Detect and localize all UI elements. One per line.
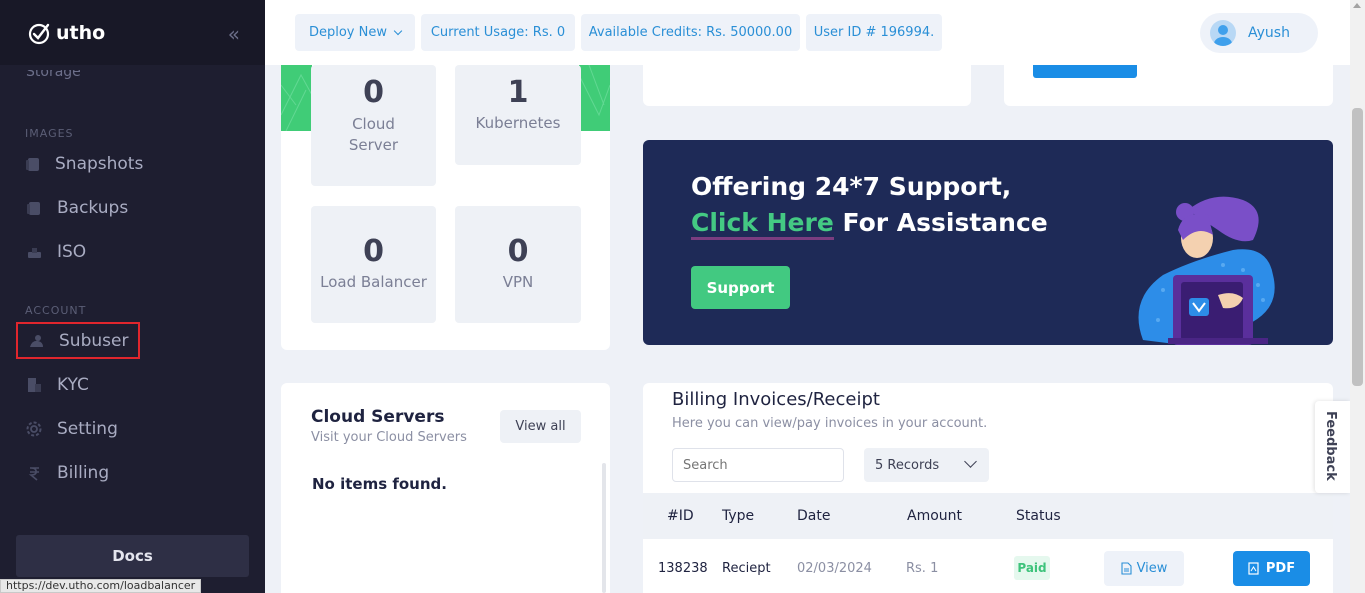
- pdf-icon: [1248, 562, 1259, 575]
- records-per-page-select[interactable]: 5 Records: [864, 448, 989, 482]
- resource-count: 0: [507, 234, 529, 269]
- collapse-sidebar-icon[interactable]: «: [228, 22, 240, 46]
- scrollbar-thumb[interactable]: [1352, 108, 1363, 386]
- billing-invoices-panel: Billing Invoices/Receipt Here you can vi…: [643, 383, 1333, 593]
- avatar: [1210, 20, 1236, 46]
- column-header-status[interactable]: Status: [1016, 508, 1061, 524]
- logo[interactable]: utho: [28, 21, 105, 45]
- support-agent-illustration-icon: [1138, 196, 1275, 345]
- deploy-new-dropdown[interactable]: Deploy New: [295, 14, 415, 51]
- current-usage-badge: Current Usage: Rs. 0: [421, 14, 575, 51]
- status-badge: Paid: [1014, 556, 1050, 580]
- download-pdf-button[interactable]: PDF: [1233, 551, 1310, 586]
- sidebar-item-kyc[interactable]: KYC: [16, 366, 140, 403]
- topbar: Deploy New Current Usage: Rs. 0 Availabl…: [265, 0, 1350, 65]
- section-label-images: IMAGES: [25, 127, 74, 140]
- sidebar-item-setting[interactable]: Setting: [16, 410, 140, 447]
- scroll-up-arrow-icon[interactable]: [1353, 3, 1361, 8]
- resource-count: 1: [507, 75, 529, 110]
- resource-count: 0: [363, 75, 384, 110]
- view-invoice-button[interactable]: View: [1104, 551, 1184, 586]
- sidebar-item-subuser[interactable]: Subuser: [16, 322, 140, 359]
- panel-scrollbar[interactable]: [602, 463, 606, 593]
- panel-title: Billing Invoices/Receipt: [672, 389, 880, 410]
- subuser-icon: [27, 332, 45, 350]
- resource-label: Load Balancer: [320, 273, 427, 291]
- logo-check-icon: [28, 23, 50, 44]
- backup-icon: [25, 199, 43, 217]
- view-all-button[interactable]: View all: [500, 410, 581, 443]
- user-id-badge: User ID # 196994.: [806, 14, 942, 51]
- chevron-down-icon: [393, 26, 403, 35]
- cell-date: 02/03/2024: [797, 561, 872, 576]
- empty-state-text: No items found.: [312, 475, 447, 493]
- available-credits-badge: Available Credits: Rs. 50000.00: [581, 14, 800, 51]
- info-card-partial: [643, 65, 971, 106]
- cell-amount: Rs. 1: [906, 561, 939, 576]
- resource-card-vpn[interactable]: 0 VPN: [455, 206, 581, 323]
- green-decor-pattern-icon: [579, 65, 610, 131]
- cell-id: 138238: [658, 561, 708, 576]
- iso-icon: [25, 243, 43, 261]
- feedback-tab[interactable]: Feedback: [1315, 401, 1350, 493]
- sidebar-item-backups[interactable]: Backups: [16, 189, 140, 226]
- support-banner: Offering 24*7 Support, Click Here For As…: [643, 140, 1333, 345]
- panel-title: Cloud Servers: [311, 407, 445, 427]
- sidebar-item-billing[interactable]: Billing: [16, 454, 140, 491]
- cell-type: Reciept: [722, 561, 771, 576]
- column-header-id[interactable]: #ID: [667, 508, 694, 524]
- resource-label: Kubernetes: [475, 114, 561, 132]
- green-decor-pattern-icon: [281, 65, 312, 131]
- snapshot-icon: [25, 155, 41, 173]
- docs-button[interactable]: Docs: [16, 535, 249, 577]
- username: Ayush: [1248, 25, 1290, 41]
- section-label-account: ACCOUNT: [25, 304, 87, 317]
- search-input[interactable]: [672, 448, 844, 482]
- gear-icon: [25, 420, 43, 438]
- profile-menu[interactable]: Ayush: [1200, 13, 1318, 53]
- sidebar-item-iso[interactable]: ISO: [16, 233, 140, 270]
- resource-count: 0: [363, 234, 384, 269]
- cloud-servers-panel: Cloud Servers Visit your Cloud Servers V…: [281, 383, 610, 593]
- column-header-amount[interactable]: Amount: [907, 508, 962, 524]
- panel-subtitle: Visit your Cloud Servers: [311, 430, 467, 445]
- sidebar-item-storage-partial[interactable]: Storage: [26, 70, 146, 84]
- resource-label: VPN: [502, 273, 534, 291]
- column-header-type[interactable]: Type: [722, 508, 754, 524]
- support-button[interactable]: Support: [691, 266, 790, 309]
- sidebar-header: utho «: [0, 0, 265, 65]
- banner-heading: Offering 24*7 Support,: [691, 172, 1012, 201]
- table-header: #ID Type Date Amount Status: [643, 493, 1333, 539]
- resource-card-kubernetes[interactable]: 1 Kubernetes: [455, 65, 581, 165]
- click-here-link[interactable]: Click Here: [691, 208, 834, 240]
- status-bar-url: https://dev.utho.com/loadbalancer: [0, 579, 202, 593]
- sidebar: utho « Storage IMAGES Snapshots Backups …: [0, 0, 265, 593]
- resource-label: Cloud Server: [348, 115, 399, 154]
- panel-subtitle: Here you can view/pay invoices in your a…: [672, 416, 988, 431]
- action-button-partial[interactable]: [1033, 65, 1137, 78]
- chevron-down-icon: [964, 455, 977, 468]
- resource-card-cloud-server[interactable]: 0 Cloud Server: [311, 65, 436, 186]
- banner-subheading: Click Here For Assistance: [691, 208, 1048, 240]
- rupee-icon: [25, 464, 43, 482]
- resource-card-load-balancer[interactable]: 0 Load Balancer: [311, 206, 436, 323]
- logo-text: utho: [56, 21, 106, 44]
- column-header-date[interactable]: Date: [797, 508, 830, 524]
- sidebar-item-snapshots[interactable]: Snapshots: [16, 145, 143, 182]
- kyc-icon: [25, 376, 43, 394]
- document-icon: [1121, 562, 1132, 575]
